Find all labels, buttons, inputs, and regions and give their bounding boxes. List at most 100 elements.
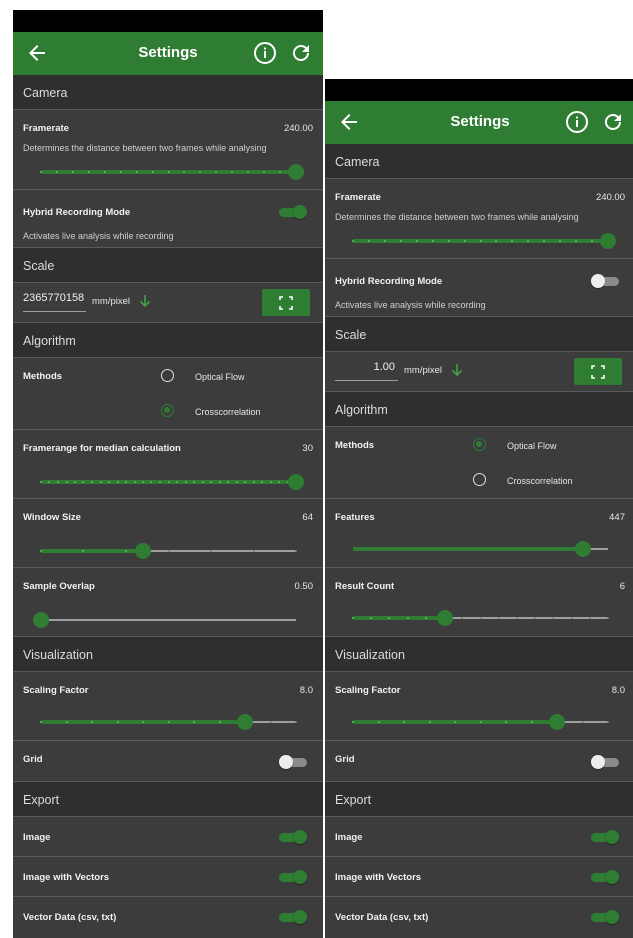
slider-thumb[interactable]: [574, 541, 591, 557]
section-algorithm: Algorithm: [13, 323, 323, 358]
export-vectors-label: Image with Vectors: [335, 872, 422, 883]
scale-input[interactable]: 1.00: [335, 361, 398, 381]
slider-tick: [103, 171, 106, 173]
slider-tick: [218, 721, 221, 723]
slider-thumb[interactable]: [600, 233, 616, 249]
framerange-slider[interactable]: [40, 474, 304, 490]
window-size-slider[interactable]: [40, 543, 297, 559]
slider-tick: [415, 240, 418, 242]
hybrid-recording-description: Activates live analysis while recording: [23, 231, 174, 241]
arrow-down-icon[interactable]: [139, 294, 151, 308]
scale-input[interactable]: 2365770158: [23, 292, 86, 312]
framerate-slider[interactable]: [40, 164, 304, 180]
slider-tick: [252, 550, 255, 552]
scaling-factor-slider[interactable]: [352, 714, 609, 730]
settings-screen-right: Settings Camera Framerate 240.00 Determi…: [325, 79, 633, 938]
scaling-factor-value: 8.0: [299, 685, 313, 696]
slider-tick: [424, 617, 427, 619]
framerate-value: 240.00: [283, 123, 313, 134]
slider-tick: [352, 617, 354, 619]
section-camera: Camera: [13, 75, 323, 110]
export-data-label: Vector Data (csv, txt): [23, 912, 117, 923]
radio-crosscorrelation[interactable]: [473, 473, 486, 486]
slider-tick: [295, 721, 297, 723]
features-slider[interactable]: [353, 541, 608, 557]
slider-tick: [142, 721, 144, 723]
export-vectors-toggle[interactable]: [279, 870, 307, 884]
export-data-toggle[interactable]: [279, 910, 307, 924]
slider-thumb[interactable]: [549, 714, 565, 730]
scaling-factor-slider[interactable]: [40, 714, 297, 730]
export-image-toggle[interactable]: [591, 830, 619, 844]
radio-optical-flow[interactable]: [473, 438, 486, 451]
slider-tick: [73, 481, 76, 483]
grid-toggle[interactable]: [279, 755, 307, 769]
hybrid-recording-description: Activates live analysis while recording: [335, 300, 486, 310]
framerate-label: Framerate: [335, 192, 381, 203]
scale-row: 2365770158 mm/pixel: [13, 283, 323, 323]
section-visualization: Visualization: [13, 637, 323, 672]
fullscreen-button[interactable]: [262, 289, 310, 316]
slider-thumb[interactable]: [237, 714, 253, 730]
hybrid-recording-toggle[interactable]: [591, 274, 619, 288]
slider-tick: [40, 550, 42, 552]
export-image-toggle[interactable]: [279, 830, 307, 844]
framerate-row: Framerate 240.00 Determines the distance…: [325, 179, 633, 259]
features-row: Features 447: [325, 499, 633, 568]
grid-label: Grid: [335, 754, 355, 765]
window-size-row: Window Size 64: [13, 499, 323, 568]
slider-tick: [295, 550, 297, 552]
slider-tick: [505, 721, 507, 723]
slider-tick: [607, 617, 609, 619]
export-data-row: Vector Data (csv, txt): [325, 897, 633, 937]
framerate-slider[interactable]: [352, 233, 616, 249]
slider-thumb[interactable]: [288, 474, 304, 490]
grid-toggle[interactable]: [591, 755, 619, 769]
slider-thumb[interactable]: [135, 543, 151, 559]
slider-thumb[interactable]: [33, 612, 49, 628]
slider-tick: [209, 550, 212, 552]
info-icon[interactable]: [253, 41, 277, 65]
export-vectors-toggle[interactable]: [591, 870, 619, 884]
section-visualization: Visualization: [325, 637, 633, 672]
slider-tick: [463, 240, 466, 242]
sample-overlap-slider[interactable]: [33, 612, 296, 628]
refresh-icon[interactable]: [601, 110, 625, 134]
result-count-slider[interactable]: [352, 610, 609, 626]
slider-track: [41, 619, 296, 621]
slider-fill: [41, 549, 143, 553]
radio-optical-flow[interactable]: [161, 369, 174, 382]
hybrid-recording-toggle[interactable]: [279, 205, 307, 219]
slider-tick: [431, 240, 434, 242]
framerate-description: Determines the distance between two fram…: [23, 143, 267, 153]
slider-tick: [91, 721, 93, 723]
radio-crosscorrelation-label: Crosscorrelation: [195, 407, 261, 417]
export-data-toggle[interactable]: [591, 910, 619, 924]
slider-tick: [193, 721, 195, 723]
arrow-down-icon[interactable]: [451, 363, 463, 377]
status-bar: [13, 10, 323, 32]
export-image-label: Image: [23, 832, 51, 843]
scale-row: 1.00 mm/pixel: [325, 352, 633, 392]
radio-optical-flow-label: Optical Flow: [195, 372, 245, 382]
export-data-row: Vector Data (csv, txt): [13, 897, 323, 937]
slider-thumb[interactable]: [436, 610, 453, 626]
hybrid-recording-row: Hybrid Recording Mode Activates live ana…: [13, 190, 323, 248]
slider-tick: [227, 481, 229, 483]
export-vectors-label: Image with Vectors: [23, 872, 110, 883]
export-image-label: Image: [335, 832, 363, 843]
fullscreen-button[interactable]: [574, 358, 622, 385]
slider-thumb[interactable]: [288, 164, 304, 180]
hybrid-recording-label: Hybrid Recording Mode: [335, 276, 443, 287]
fullscreen-icon: [591, 365, 605, 379]
slider-tick: [428, 721, 431, 723]
slider-tick: [479, 721, 482, 723]
section-camera: Camera: [325, 144, 633, 179]
window-size-label: Window Size: [23, 512, 81, 523]
radio-crosscorrelation[interactable]: [161, 404, 174, 417]
refresh-icon[interactable]: [289, 41, 313, 65]
sample-overlap-label: Sample Overlap: [23, 581, 95, 592]
info-icon[interactable]: [565, 110, 589, 134]
slider-tick: [107, 481, 110, 483]
slider-tick: [588, 617, 591, 619]
